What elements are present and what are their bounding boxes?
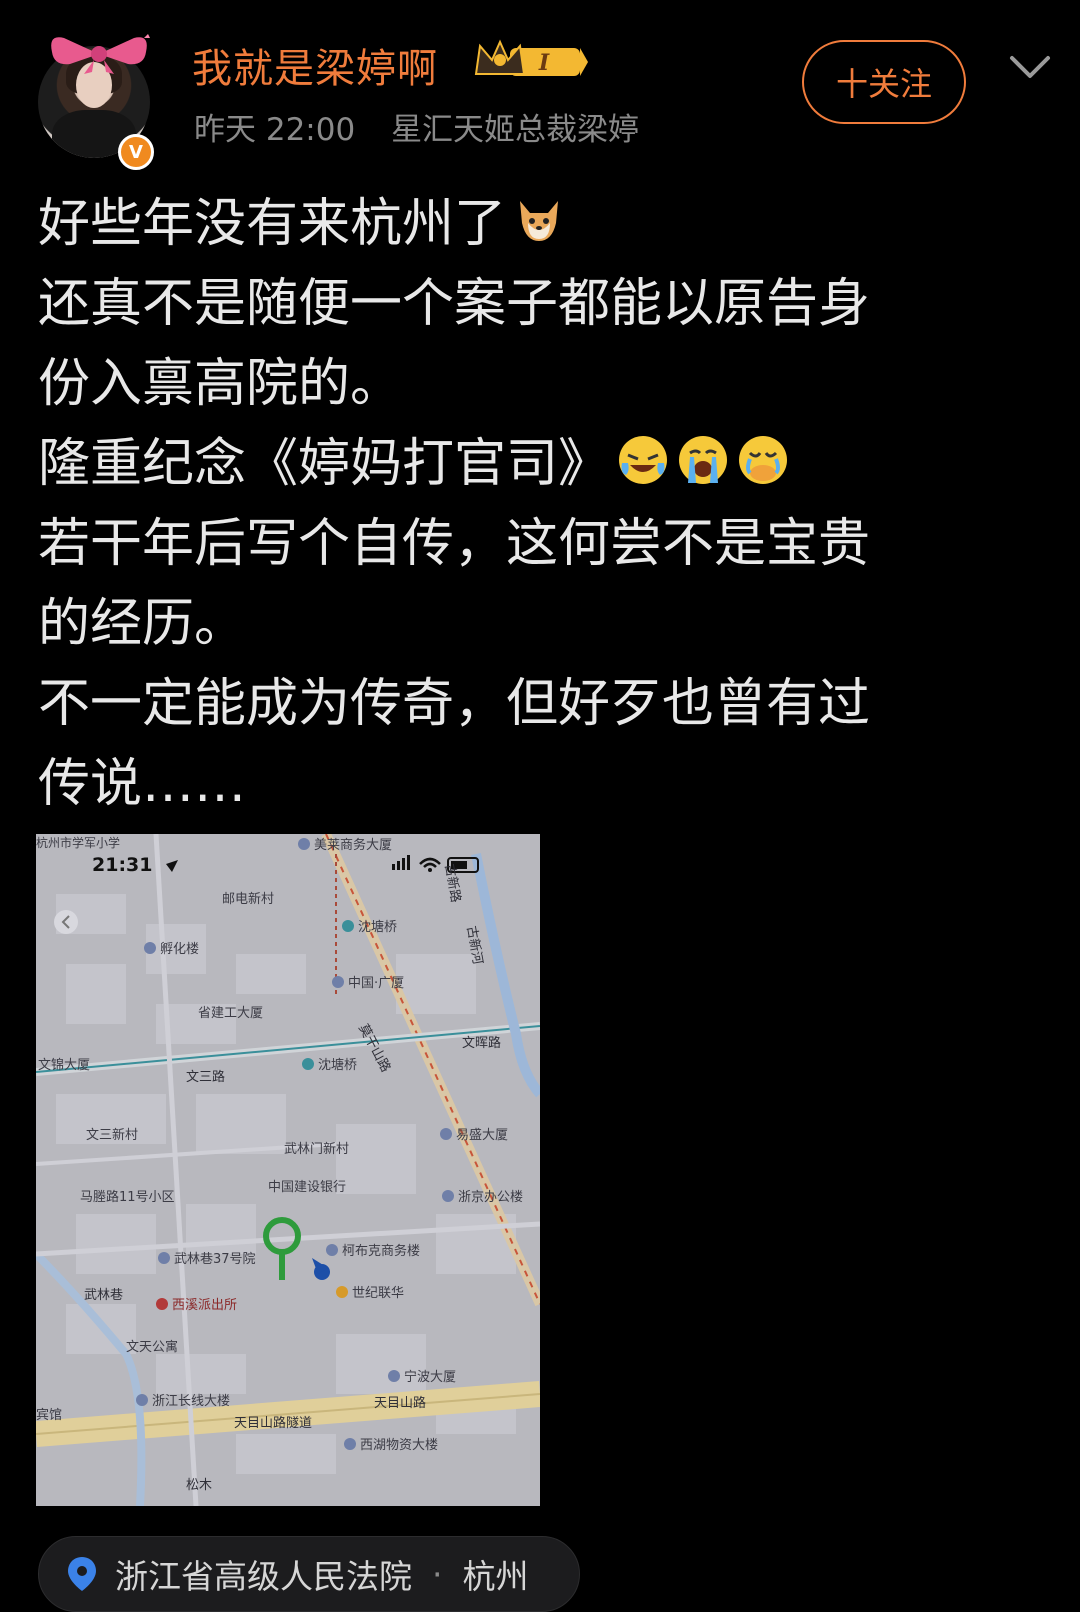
avatar[interactable]: V: [38, 34, 156, 170]
map-road-label: 武林巷: [84, 1288, 124, 1303]
follow-label: 十关注: [835, 65, 932, 103]
map-road-label: 文晖路: [462, 1036, 502, 1051]
post-line: 份入禀高院的。: [38, 354, 403, 414]
cover-mouth-cry-icon: [739, 436, 788, 484]
map-label: 文三新村: [86, 1128, 139, 1143]
location-separator: ·: [432, 1554, 443, 1594]
username[interactable]: 我就是梁婷啊: [192, 36, 438, 94]
map-label: 杭州市学军小学: [36, 836, 121, 850]
building-icon: [298, 838, 310, 850]
metro-icon: [342, 920, 354, 932]
follow-button[interactable]: 十关注: [802, 40, 966, 124]
location-place: 浙江省高级人民法院: [115, 1557, 412, 1596]
map-image[interactable]: 杭州市学军小学 21:31 美莱商务大厦 邮电新村 沈塘桥 孵化楼 中国·广厦 …: [36, 834, 540, 1506]
map-label: 世纪联华: [336, 1282, 404, 1301]
loud-cry-icon: [679, 436, 728, 484]
building-icon: [144, 942, 156, 954]
laugh-cry-icon: [619, 436, 668, 484]
post-line: 若干年后写个自传，这何尝不是宝贵: [38, 514, 871, 574]
post-line: 传说……: [38, 754, 247, 814]
building-icon: [442, 1190, 454, 1202]
post-line: 好些年没有来杭州了: [38, 184, 1048, 264]
map-label: 浙江长线大楼: [136, 1390, 230, 1409]
map-label: 沈塘桥: [342, 916, 397, 935]
map-label: 沈塘桥: [302, 1054, 357, 1073]
map-label: 邮电新村: [222, 892, 275, 907]
map-label: 柯布克商务楼: [326, 1240, 420, 1259]
location-pin-icon: [68, 1557, 96, 1591]
map-label: 浙京办公楼: [442, 1186, 523, 1205]
map-label: 武林巷37号院: [158, 1248, 256, 1267]
building-icon: [326, 1244, 338, 1256]
metro-icon: [302, 1058, 314, 1070]
building-icon: [344, 1438, 356, 1450]
building-icon: [158, 1252, 170, 1264]
dog-face-icon: [520, 201, 559, 241]
post-time: 昨天 22:00: [194, 112, 356, 148]
building-icon: [388, 1370, 400, 1382]
building-icon: [136, 1394, 148, 1406]
map-label: 易盛大厦: [440, 1124, 508, 1143]
building-icon: [332, 976, 344, 988]
post-content: 好些年没有来杭州了 还真不是随便一个案子都能以原告身 份入禀高院的。 隆重纪念《…: [38, 184, 1048, 824]
map-label: 美莱商务大厦: [298, 834, 392, 853]
shopping-icon: [336, 1286, 348, 1298]
map-label: 西溪派出所: [156, 1294, 237, 1313]
map-road-label: 松木: [186, 1478, 213, 1493]
bow-decoration-icon: [51, 34, 150, 74]
map-road-label: 天目山路隧道: [234, 1416, 313, 1431]
svg-text:I: I: [538, 50, 550, 76]
map-label: 中国·广厦: [332, 972, 404, 991]
map-label: 省建工大厦: [198, 1006, 264, 1021]
post-source: 星汇天姬总裁梁婷: [391, 112, 640, 148]
map-label: 武林门新村: [284, 1142, 350, 1157]
post-line: 还真不是随便一个案子都能以原告身: [38, 274, 871, 334]
vip-crown-badge-icon: I: [474, 39, 588, 76]
map-road-label: 文三路: [186, 1070, 226, 1085]
map-label: 文天公寓: [126, 1340, 179, 1355]
map-label: 文锦大厦: [38, 1058, 91, 1073]
map-label: 西湖物资大楼: [344, 1434, 438, 1453]
map-road-label: 天目山路: [374, 1396, 427, 1411]
post-line: 的经历。: [38, 594, 247, 654]
map-status-time: 21:31: [92, 854, 153, 876]
post-meta: 昨天 22:00 星汇天姬总裁梁婷: [194, 104, 639, 149]
map-label: 宁波大厦: [388, 1366, 456, 1385]
location-tag[interactable]: 浙江省高级人民法院 · 杭州: [38, 1536, 580, 1612]
post-line: 不一定能成为传奇，但好歹也曾有过: [38, 674, 871, 734]
location-city: 杭州: [462, 1557, 529, 1596]
verified-badge-icon: V: [118, 134, 154, 170]
building-icon: [440, 1128, 452, 1140]
map-label: 马塍路11号小区: [80, 1190, 175, 1205]
map-label: 中国建设银行: [268, 1180, 347, 1195]
map-label: 孵化楼: [144, 938, 199, 957]
police-station-icon: [156, 1298, 168, 1310]
map-label: 宾馆: [36, 1408, 63, 1423]
post-line: 隆重纪念《婷妈打官司》: [38, 424, 1048, 504]
chevron-down-icon[interactable]: [1008, 52, 1052, 82]
